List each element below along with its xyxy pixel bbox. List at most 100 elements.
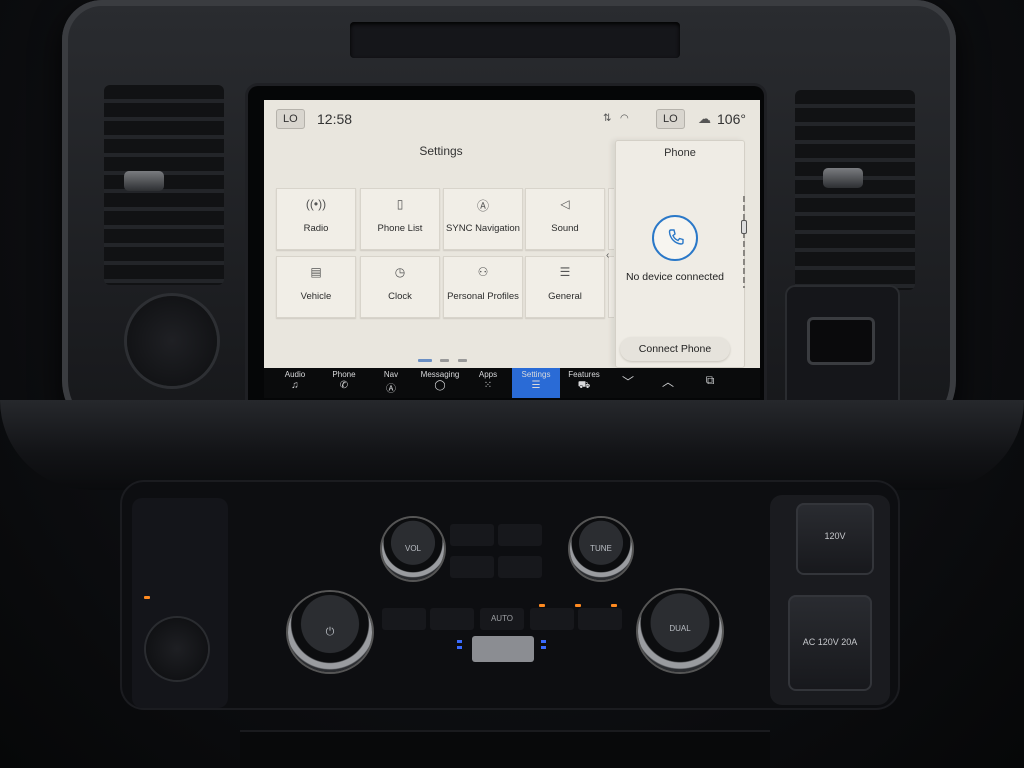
vent-adjust-knob[interactable] — [124, 171, 164, 191]
indicator-light — [539, 604, 545, 607]
defrost-button[interactable] — [498, 524, 542, 546]
vent-adjust-knob[interactable] — [823, 168, 863, 188]
dock-item-features[interactable]: Features ⛟ — [564, 368, 604, 398]
driver-temp-knob[interactable]: ⏻ — [288, 592, 372, 672]
tile-label: Phone List — [377, 223, 423, 234]
fan-level-indicator — [541, 640, 546, 643]
settings-tile-general[interactable]: ☰ General — [525, 256, 605, 318]
settings-tile-clock[interactable]: ◷ Clock — [360, 256, 440, 318]
dock-item-phone[interactable]: Phone ✆ — [324, 368, 364, 398]
connect-phone-button[interactable]: Connect Phone — [620, 337, 730, 361]
next-column-tile-edge[interactable] — [608, 256, 614, 318]
settings-tile-sound[interactable]: ◁ Sound — [525, 188, 605, 250]
tile-label: Personal Profiles — [447, 291, 519, 302]
driver-temp-badge[interactable]: LO — [276, 109, 305, 129]
settings-grid: ((•)) Radio ▯ Phone List Ⓐ SYNC Navigati… — [276, 188, 618, 322]
panel-scrollbar[interactable] — [743, 196, 745, 288]
data-transfer-icon: ⇅ — [603, 113, 612, 124]
navigation-icon: Ⓐ — [386, 384, 396, 395]
drive-mode-dial[interactable] — [127, 296, 217, 386]
indicator-light — [611, 604, 617, 607]
phone-status-message: No device connected — [625, 271, 725, 283]
ac-button[interactable] — [530, 608, 574, 630]
music-note-icon: ♫ — [291, 380, 299, 391]
page-dot — [457, 359, 467, 362]
fan-speed-display[interactable] — [472, 636, 534, 662]
indicator-light — [144, 596, 150, 599]
outlet-power-button[interactable]: 120V — [796, 503, 874, 575]
tile-label: SYNC Navigation — [446, 223, 520, 234]
clock-time: 12:58 — [317, 111, 353, 127]
tune-knob-label: TUNE — [590, 544, 612, 554]
dock-item-settings[interactable]: Settings ☰ — [512, 368, 560, 398]
settings-tile-radio[interactable]: ((•)) Radio — [276, 188, 356, 250]
fan-level-indicator — [541, 646, 546, 649]
page-title: Settings — [419, 144, 463, 158]
panel-collapse-chevron-icon[interactable]: ‹ — [606, 250, 610, 262]
ac-outlet[interactable]: AC 120V 20A — [788, 595, 872, 691]
next-column-tile-edge[interactable] — [608, 188, 614, 250]
phone-status-icon — [652, 215, 698, 261]
volume-knob[interactable]: VOL — [382, 518, 444, 580]
wifi-icon: ◠ — [620, 113, 629, 124]
vehicle-dashboard: LO 12:58 ⇅ ◠ LO ☁ 106° Settings ((•)) Ra… — [0, 0, 1024, 768]
page-dot — [440, 359, 450, 362]
panel-scroll-handle[interactable] — [741, 220, 747, 234]
tile-label: General — [548, 291, 582, 302]
settings-tile-phone-list[interactable]: ▯ Phone List — [360, 188, 440, 250]
clock-icon: ◷ — [394, 265, 406, 279]
app-dock: Audio ♫ Phone ✆ Nav Ⓐ Messaging ◯ Apps ⁙… — [264, 368, 760, 398]
recirc-button[interactable] — [430, 608, 474, 630]
left-air-vent[interactable] — [104, 85, 224, 285]
infotainment-screen: LO 12:58 ⇅ ◠ LO ☁ 106° Settings ((•)) Ra… — [264, 100, 760, 368]
dock-item-messaging[interactable]: Messaging ◯ — [416, 368, 464, 398]
drive-selector-knob[interactable] — [146, 618, 208, 680]
indicator-light — [575, 604, 581, 607]
play-pause-button[interactable] — [498, 556, 542, 578]
top-trim-slot — [350, 22, 680, 58]
tune-knob[interactable]: TUNE — [570, 518, 632, 580]
rear-defrost-button[interactable] — [578, 608, 622, 630]
settings-tile-sync-navigation[interactable]: Ⓐ SYNC Navigation — [443, 188, 523, 250]
passenger-temp-badge[interactable]: LO — [656, 109, 685, 129]
settings-sliders-icon: ☰ — [531, 380, 541, 391]
fan-level-indicator — [457, 646, 462, 649]
phone-side-panel: Phone No device connected Connect Phone — [615, 140, 745, 368]
vehicle-features-icon: ⛟ — [577, 380, 591, 391]
passenger-temp-knob[interactable]: DUAL — [638, 590, 722, 672]
radio-signal-icon: ((•)) — [305, 197, 327, 211]
weather-icon: ☁ — [698, 111, 711, 126]
settings-tile-vehicle[interactable]: ▤ Vehicle — [276, 256, 356, 318]
dock-item-apps[interactable]: Apps ⁙ — [470, 368, 506, 398]
tile-label: Radio — [303, 223, 329, 234]
center-console-floor — [240, 730, 770, 768]
phone-panel-title: Phone — [664, 147, 696, 159]
power-icon: ⏻ — [325, 625, 335, 638]
volume-knob-label: VOL — [404, 544, 421, 554]
right-air-vent[interactable] — [795, 90, 915, 290]
dock-item-audio[interactable]: Audio ♫ — [276, 368, 314, 398]
dock-item-nav[interactable]: Nav Ⓐ — [372, 368, 410, 398]
auto-button[interactable]: AUTO — [480, 608, 524, 630]
dock-label: Phone — [332, 370, 356, 379]
outlet-rating-label: AC 120V 20A — [802, 637, 858, 647]
max-ac-button[interactable] — [382, 608, 426, 630]
chevron-down-icon[interactable]: ﹀ — [610, 373, 646, 393]
multi-window-icon[interactable]: ⧉ — [692, 373, 728, 393]
sliders-icon: ☰ — [559, 265, 571, 279]
dash-trim-strip — [0, 400, 1024, 490]
outside-temperature: 106° — [717, 111, 746, 127]
hazard-button[interactable] — [450, 524, 494, 546]
outlet-button-label: 120V — [824, 531, 846, 541]
dock-label: Audio — [284, 370, 306, 379]
settings-tile-personal-profiles[interactable]: ⚇ Personal Profiles — [443, 256, 523, 318]
tile-label: Clock — [388, 291, 412, 302]
usb-port[interactable] — [807, 317, 875, 365]
phone-handset-icon — [668, 229, 684, 245]
fan-level-indicator — [457, 640, 462, 643]
status-bar: LO 12:58 ⇅ ◠ LO ☁ 106° — [264, 100, 760, 138]
seek-back-button[interactable] — [450, 556, 494, 578]
tile-label: Sound — [551, 223, 579, 234]
apps-grid-icon: ⁙ — [483, 380, 493, 391]
chevron-up-icon[interactable]: ︿ — [650, 373, 686, 393]
